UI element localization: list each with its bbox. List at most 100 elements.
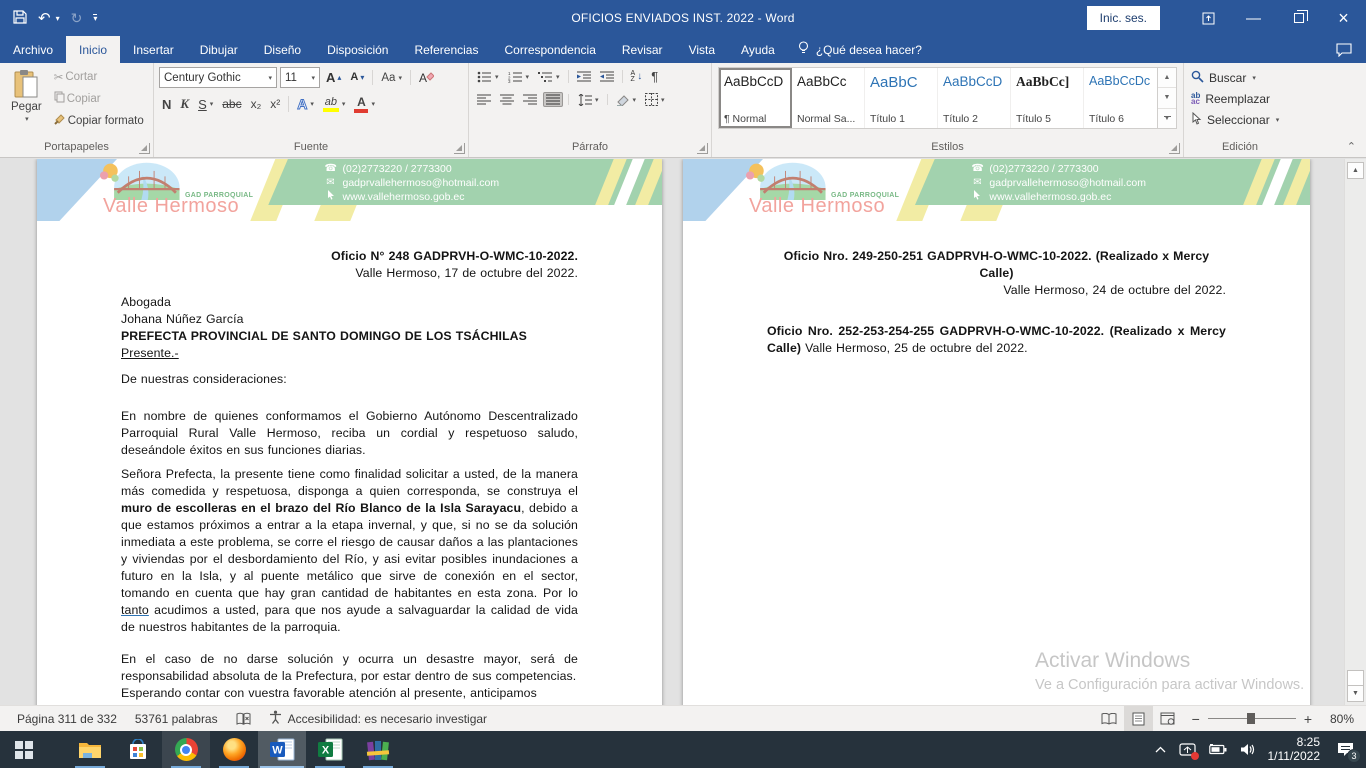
zoom-slider-handle[interactable]: [1247, 713, 1255, 724]
proofing-status-icon[interactable]: [227, 706, 260, 731]
justify-button[interactable]: [543, 92, 563, 107]
page1-text[interactable]: Oficio N° 248 GADPRVH-O-WMC-10-2022. Val…: [37, 221, 662, 702]
ribbon-display-options-icon[interactable]: [1186, 0, 1231, 36]
tab-revisar[interactable]: Revisar: [609, 36, 676, 63]
strikethrough-button[interactable]: abc: [219, 95, 244, 113]
underline-dropdown-icon[interactable]: ▾: [210, 100, 214, 108]
tab-vista[interactable]: Vista: [676, 36, 728, 63]
tab-inicio[interactable]: Inicio: [66, 36, 120, 63]
style-titulo-2[interactable]: AaBbCcD Título 2: [938, 68, 1011, 128]
align-right-button[interactable]: [520, 92, 540, 107]
borders-button[interactable]: ▾: [642, 91, 668, 108]
zoom-percentage[interactable]: 80%: [1320, 712, 1354, 726]
select-button[interactable]: Seleccionar▾: [1189, 111, 1291, 129]
align-left-button[interactable]: [474, 92, 494, 107]
document-page-1[interactable]: GAD PARROQUIAL Valle Hermoso ☎(02)277322…: [37, 159, 662, 705]
styles-dialog-launcher[interactable]: [1169, 143, 1180, 154]
tab-dibujar[interactable]: Dibujar: [187, 36, 251, 63]
sort-button[interactable]: AZ ↓: [628, 69, 646, 85]
numbering-button[interactable]: 123▾: [505, 69, 533, 85]
taskbar-file-explorer[interactable]: [66, 731, 114, 768]
style-titulo-1[interactable]: AaBbC Título 1: [865, 68, 938, 128]
document-canvas[interactable]: GAD PARROQUIAL Valle Hermoso ☎(02)277322…: [0, 159, 1366, 705]
taskbar-winrar[interactable]: [354, 731, 402, 768]
show-marks-button[interactable]: ¶: [648, 67, 661, 86]
style-normal[interactable]: AaBbCcD ¶ Normal: [719, 68, 792, 128]
font-color-button[interactable]: A ▾: [351, 93, 378, 115]
format-painter-button[interactable]: Copiar formato: [51, 111, 147, 130]
screen-share-icon[interactable]: [1179, 743, 1196, 757]
save-icon[interactable]: [13, 10, 27, 27]
action-center-icon[interactable]: 3: [1337, 742, 1354, 757]
text-effects-button[interactable]: A▾: [294, 94, 317, 114]
styles-scroll-down-icon[interactable]: ▼: [1158, 88, 1176, 108]
underline-button[interactable]: S▾: [195, 95, 216, 114]
tab-archivo[interactable]: Archivo: [0, 36, 66, 63]
start-button[interactable]: [0, 731, 48, 768]
accessibility-status[interactable]: Accesibilidad: es necesario investigar: [260, 706, 496, 731]
font-size-select[interactable]: 11▾: [280, 67, 320, 88]
shrink-font-button[interactable]: A▾: [347, 70, 367, 85]
word-count[interactable]: 53761 palabras: [126, 706, 227, 731]
tray-chevron-up-icon[interactable]: [1155, 746, 1166, 753]
collapse-ribbon-icon[interactable]: ⌃: [1347, 140, 1356, 153]
tab-correspondencia[interactable]: Correspondencia: [491, 36, 608, 63]
style-normal-sa[interactable]: AaBbCc Normal Sa...: [792, 68, 865, 128]
font-dialog-launcher[interactable]: [454, 143, 465, 154]
tab-ayuda[interactable]: Ayuda: [728, 36, 788, 63]
web-layout-button[interactable]: [1153, 706, 1182, 731]
highlight-button[interactable]: ab ▾: [320, 94, 349, 114]
read-mode-button[interactable]: [1095, 706, 1124, 731]
scroll-down-icon[interactable]: ▼: [1347, 685, 1364, 702]
taskbar-firefox[interactable]: [210, 731, 258, 768]
customize-qat-icon[interactable]: ▾: [93, 14, 97, 22]
superscript-button[interactable]: x²: [267, 95, 283, 113]
italic-button[interactable]: K: [177, 94, 192, 114]
vertical-scrollbar[interactable]: ▲ ▼: [1344, 159, 1366, 705]
zoom-slider[interactable]: [1208, 718, 1296, 719]
close-button[interactable]: ×: [1321, 0, 1366, 36]
find-button[interactable]: Buscar▾: [1189, 69, 1291, 87]
print-layout-button[interactable]: [1124, 706, 1153, 731]
comments-icon[interactable]: [1336, 36, 1352, 63]
style-titulo-6[interactable]: AaBbCcDc Título 6: [1084, 68, 1157, 128]
increase-indent-button[interactable]: [597, 69, 617, 85]
document-page-2[interactable]: GAD PARROQUIAL Valle Hermoso ☎(02)277322…: [683, 159, 1310, 705]
restore-button[interactable]: [1276, 0, 1321, 36]
sign-in-button[interactable]: Inic. ses.: [1087, 6, 1160, 30]
tab-referencias[interactable]: Referencias: [401, 36, 491, 63]
grow-font-button[interactable]: A▴: [323, 70, 344, 85]
taskbar-word[interactable]: W: [258, 731, 306, 768]
speaker-icon[interactable]: [1240, 743, 1255, 756]
battery-icon[interactable]: [1209, 744, 1227, 755]
paste-button[interactable]: Pegar ▾: [5, 67, 48, 139]
zoom-in-icon[interactable]: +: [1304, 711, 1312, 727]
line-spacing-button[interactable]: ▾: [574, 92, 602, 108]
font-name-select[interactable]: Century Gothic▾: [159, 67, 277, 88]
styles-scroll-up-icon[interactable]: ▲: [1158, 68, 1176, 88]
zoom-out-icon[interactable]: −: [1192, 711, 1200, 727]
paste-dropdown-icon[interactable]: ▾: [25, 115, 29, 123]
replace-button[interactable]: abac Reemplazar: [1189, 91, 1291, 107]
tell-me-box[interactable]: ¿Qué desea hacer?: [788, 36, 932, 63]
clipboard-dialog-launcher[interactable]: [139, 143, 150, 154]
clear-formatting-button[interactable]: A: [416, 69, 437, 87]
multilevel-list-button[interactable]: ▾: [535, 69, 563, 85]
taskbar-store[interactable]: [114, 731, 162, 768]
bold-button[interactable]: N: [159, 95, 174, 114]
page2-text[interactable]: Oficio Nro. 249-250-251 GADPRVH-O-WMC-10…: [683, 221, 1310, 357]
scroll-up-icon[interactable]: ▲: [1347, 162, 1364, 179]
shading-button[interactable]: ▾: [613, 92, 640, 108]
subscript-button[interactable]: x₂: [248, 95, 265, 113]
taskbar-chrome[interactable]: [162, 731, 210, 768]
align-center-button[interactable]: [497, 92, 517, 107]
tab-insertar[interactable]: Insertar: [120, 36, 187, 63]
taskbar-excel[interactable]: X: [306, 731, 354, 768]
taskbar-clock[interactable]: 8:25 1/11/2022: [1268, 736, 1321, 763]
style-titulo-5[interactable]: AaBbCc] Título 5: [1011, 68, 1084, 128]
change-case-button[interactable]: Aa▾: [378, 70, 405, 86]
tab-disposicion[interactable]: Disposición: [314, 36, 401, 63]
page-indicator[interactable]: Página 311 de 332: [8, 706, 126, 731]
minimize-button[interactable]: —: [1231, 0, 1276, 36]
paragraph-dialog-launcher[interactable]: [697, 143, 708, 154]
